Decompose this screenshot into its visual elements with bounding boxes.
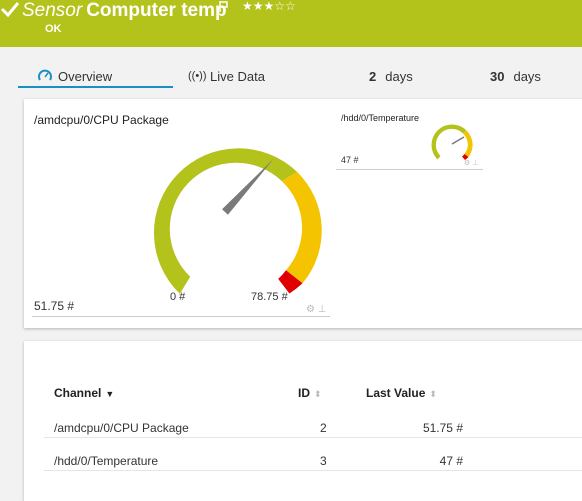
page-title: Sensor Computer temp [22, 0, 227, 23]
sort-desc-icon: ▼ [105, 389, 115, 399]
cell-channel[interactable]: /hdd/0/Temperature [54, 454, 158, 468]
gear-icon[interactable]: ⚙ [464, 160, 470, 167]
gauge-cpu-needle [222, 158, 274, 215]
tab-2-days-num: 2 [369, 69, 377, 84]
gauge-hdd-title: /hdd/0/Temperature [341, 113, 420, 123]
gauge-cpu-arc-green [153, 148, 298, 294]
gauge-hdd-value: 47 # [341, 155, 359, 165]
pin-icon[interactable]: ⊥ [318, 304, 327, 315]
tab-overview[interactable]: Overview [38, 69, 113, 84]
column-header-last-value[interactable]: Last Value ⬍ [366, 386, 437, 400]
cell-channel[interactable]: /amdcpu/0/CPU Package [54, 421, 189, 435]
tab-30-days-label: days [513, 69, 541, 84]
column-header-id-label: ID [298, 386, 310, 400]
gauge-cpu-min: 0 # [170, 291, 186, 303]
cell-last-value: 47 # [439, 454, 463, 468]
pin-icon[interactable]: ⊥ [472, 160, 478, 167]
tab-live-data[interactable]: ((•)) Live Data [188, 69, 265, 84]
gauge-cpu [153, 148, 322, 294]
check-icon [0, 2, 20, 18]
gauge-hdd [431, 124, 473, 160]
gauge-cpu-value: 51.75 # [34, 299, 75, 313]
gauge-cpu-arc-yellow [281, 171, 322, 284]
column-header-channel[interactable]: Channel ▼ [54, 386, 114, 400]
gauges-panel: /amdcpu/0/CPU Package 0 # 78.75 # 51.75 … [24, 99, 582, 328]
gauge-hdd-tools[interactable]: ⚙ ⊥ [464, 159, 478, 167]
tab-overview-label: Overview [58, 69, 113, 84]
tab-bar: Overview ((•)) Live Data 2 days 30 days [0, 62, 582, 88]
tab-30-days[interactable]: 30 days [490, 69, 541, 84]
gauge-cpu-tools[interactable]: ⚙ ⊥ [306, 304, 326, 315]
active-tab-indicator [18, 86, 173, 88]
table-row[interactable]: /hdd/0/Temperature 3 47 # [44, 444, 582, 477]
sensor-name: Computer temp [86, 0, 227, 21]
row-divider [44, 470, 582, 471]
gear-icon[interactable]: ⚙ [306, 304, 315, 315]
column-header-id[interactable]: ID ⬍ [298, 386, 322, 400]
flag-icon[interactable] [219, 1, 229, 12]
cell-id: 3 [320, 454, 327, 468]
column-header-last-label: Last Value [366, 386, 426, 400]
cell-id: 2 [320, 421, 327, 435]
table-row[interactable]: /amdcpu/0/CPU Package 2 51.75 # [44, 411, 582, 444]
tab-live-label: Live Data [210, 69, 265, 84]
channels-table: Channel ▼ ID ⬍ Last Value ⬍ /amdcpu/0/CPU P… [24, 341, 582, 501]
sensor-header: Sensor Computer temp ★★★☆☆ OK [0, 0, 582, 47]
live-signal-icon: ((•)) [188, 70, 207, 82]
tab-2-days-label: days [385, 69, 413, 84]
title-prefix: Sensor [22, 0, 83, 21]
sort-icon: ⬍ [314, 389, 322, 399]
sort-icon: ⬍ [429, 389, 437, 399]
column-header-channel-label: Channel [54, 386, 102, 400]
cell-last-value: 51.75 # [422, 421, 463, 435]
divider [336, 169, 483, 170]
tab-30-days-num: 30 [490, 69, 505, 84]
tab-2-days[interactable]: 2 days [369, 69, 413, 84]
divider [32, 316, 330, 317]
row-divider [44, 437, 582, 438]
gauge-cpu-max: 78.75 # [251, 291, 288, 303]
status-badge: OK [45, 23, 62, 35]
priority-stars[interactable]: ★★★☆☆ [242, 0, 296, 13]
gauge-cpu-title: /amdcpu/0/CPU Package [34, 113, 169, 127]
gauge-icon [38, 69, 52, 81]
